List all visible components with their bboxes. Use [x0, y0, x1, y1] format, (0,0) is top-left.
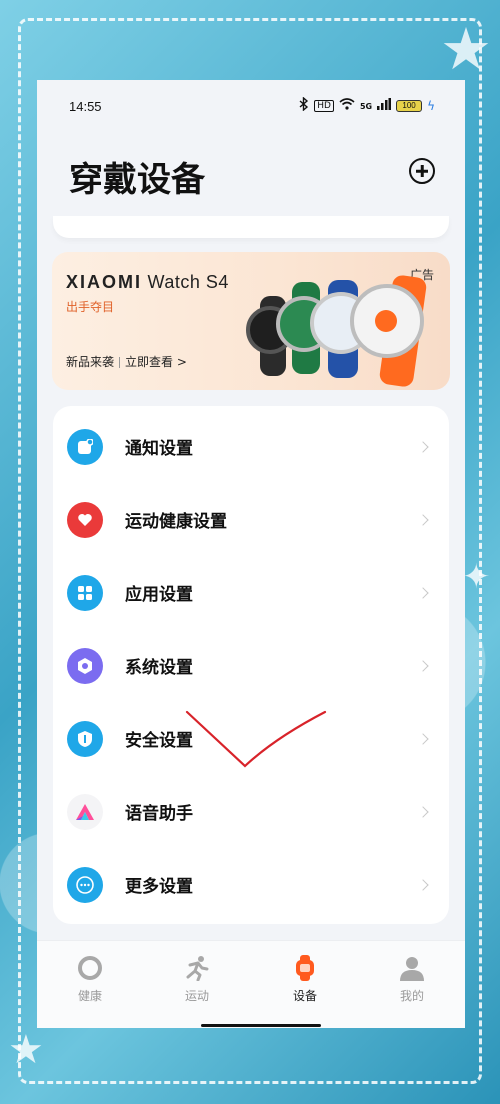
star-decoration-icon: ✦ — [462, 557, 491, 597]
settings-row-label: 更多设置 — [125, 877, 193, 897]
tab-label: 运动 — [184, 989, 209, 1003]
running-icon — [184, 955, 210, 982]
ad-cta-link[interactable]: 立即查看 > — [125, 355, 187, 369]
tab-health[interactable]: 健康 — [55, 955, 125, 1004]
brand-model-text: Watch S4 — [147, 272, 229, 292]
settings-row-health[interactable]: 运动健康设置 — [53, 483, 449, 556]
chevron-right-icon — [417, 659, 429, 672]
health-ring-icon — [77, 955, 103, 981]
signal-bars-icon — [377, 98, 392, 114]
system-hexagon-icon — [67, 647, 103, 684]
brand-logo-text: XIAOMI — [66, 272, 143, 292]
apps-grid-icon — [67, 574, 103, 611]
wifi-icon — [339, 98, 355, 114]
settings-card: 通知设置 运动健康设置 应用设置 系统设置 安全设置 语音助手 更多设置 — [53, 406, 449, 924]
settings-row-more[interactable]: 更多设置 — [53, 848, 449, 921]
status-bar: 14:55 HD 5G 100 ϟ — [37, 80, 465, 132]
watch-icon — [292, 955, 318, 981]
heart-icon — [67, 501, 103, 538]
more-dots-icon — [67, 866, 103, 903]
shield-icon — [67, 720, 103, 757]
status-icons: HD 5G 100 ϟ — [299, 96, 435, 115]
tab-device[interactable]: 设备 — [270, 955, 340, 1004]
settings-row-label: 运动健康设置 — [125, 512, 227, 532]
tab-profile[interactable]: 我的 — [377, 955, 447, 1004]
settings-row-label: 通知设置 — [125, 439, 193, 459]
ad-banner[interactable]: XIAOMI Watch S4 出手夺目 广告 新品来袭 立即查看 > — [52, 252, 450, 390]
chevron-right-icon — [417, 440, 429, 453]
voice-assistant-icon — [67, 793, 103, 830]
status-time: 14:55 — [69, 98, 102, 114]
chevron-right-icon — [417, 732, 429, 745]
tab-sport[interactable]: 运动 — [162, 955, 232, 1004]
tab-label: 健康 — [77, 989, 102, 1003]
home-indicator — [201, 1024, 321, 1027]
chevron-right-icon — [417, 513, 429, 526]
ad-new-label: 新品来袭 — [66, 355, 115, 369]
add-device-button[interactable] — [409, 158, 435, 184]
phone-screen: 14:55 HD 5G 100 ϟ 穿戴设备 XIAOMI Watch S4 出… — [37, 80, 465, 1028]
tab-label: 我的 — [399, 989, 424, 1003]
settings-row-label: 语音助手 — [125, 804, 193, 824]
device-card[interactable] — [53, 216, 449, 238]
notification-icon — [67, 428, 103, 465]
hd-badge: HD — [314, 100, 334, 112]
bottom-tab-bar: 健康 运动 设备 我的 — [37, 940, 465, 1028]
bluetooth-icon — [299, 96, 309, 115]
settings-row-label: 安全设置 — [125, 731, 193, 751]
settings-row-system[interactable]: 系统设置 — [53, 629, 449, 702]
chevron-right-icon — [417, 805, 429, 818]
tab-label: 设备 — [292, 989, 317, 1003]
chevron-right-icon — [417, 878, 429, 891]
page-title: 穿戴设备 — [69, 160, 205, 200]
ad-brand: XIAOMI Watch S4 — [66, 272, 229, 293]
ad-cta[interactable]: 新品来袭 立即查看 > — [66, 353, 187, 370]
network-type-label: 5G — [359, 101, 373, 111]
profile-icon — [399, 955, 425, 981]
chevron-right-icon — [417, 586, 429, 599]
settings-row-label: 应用设置 — [125, 585, 193, 605]
settings-row-notification[interactable]: 通知设置 — [53, 410, 449, 483]
settings-row-apps[interactable]: 应用设置 — [53, 556, 449, 629]
charging-icon: ϟ — [427, 99, 435, 113]
ad-slogan: 出手夺目 — [66, 300, 115, 314]
red-checkmark-annotation — [185, 710, 327, 768]
star-decoration-icon: ★ — [8, 1027, 44, 1073]
settings-row-label: 系统设置 — [125, 658, 193, 678]
star-decoration-icon: ★ — [440, 15, 492, 83]
settings-row-voice[interactable]: 语音助手 — [53, 775, 449, 848]
battery-icon: 100 — [396, 100, 423, 112]
